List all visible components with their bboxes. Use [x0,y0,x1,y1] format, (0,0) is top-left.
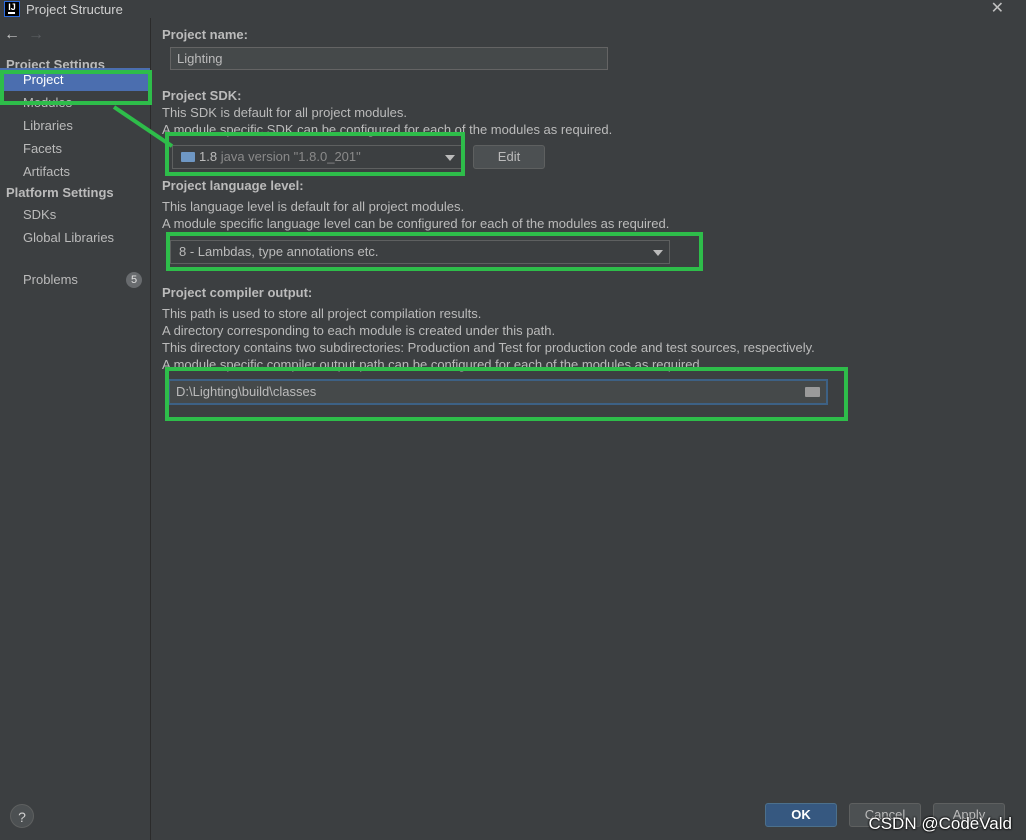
sdk-folder-icon [181,152,195,162]
language-level-desc-2: A module specific language level can be … [162,216,670,231]
compiler-output-desc-3: This directory contains two subdirectori… [162,340,815,355]
window-title: Project Structure [26,1,123,17]
language-level-label: Project language level: [162,178,304,193]
compiler-output-desc-2: A directory corresponding to each module… [162,323,556,338]
project-sdk-desc-1: This SDK is default for all project modu… [162,105,407,120]
sidebar-item-project[interactable]: Project [0,68,150,91]
ok-button[interactable]: OK [765,803,837,827]
compiler-output-path-value: D:\Lighting\build\classes [176,384,317,399]
sidebar: ← → Project Settings Project Modules Lib… [0,18,151,840]
project-name-field[interactable]: Lighting [170,47,608,70]
sdk-detail: java version "1.8.0_201" [220,149,361,164]
help-button[interactable]: ? [10,804,34,828]
platform-settings-title: Platform Settings [6,185,114,200]
nav-arrows: ← → [0,18,150,52]
problems-count-badge: 5 [126,272,142,288]
main-panel: Project name: Lighting Project SDK: This… [152,18,1026,788]
arrow-left-icon[interactable]: ← [4,26,20,44]
sdk-version: 1.8 [199,149,218,164]
problems-label: Problems [23,272,78,287]
compiler-output-desc-4: A module specific compiler output path c… [162,357,704,372]
chevron-down-icon [653,250,663,256]
language-level-desc-1: This language level is default for all p… [162,199,465,214]
app-icon-text: IJ [8,2,16,12]
sidebar-item-problems[interactable]: Problems 5 [0,268,150,291]
project-name-label: Project name: [162,27,248,42]
sidebar-item-facets[interactable]: Facets [0,137,150,160]
sidebar-item-global-libraries[interactable]: Global Libraries [0,226,150,249]
close-icon[interactable]: ✕ [991,0,1004,17]
sidebar-item-modules[interactable]: Modules [0,91,150,114]
sidebar-item-sdks[interactable]: SDKs [0,203,150,226]
edit-sdk-button[interactable]: Edit [473,145,545,169]
watermark: CSDN @CodeVald [868,814,1012,833]
project-sdk-label: Project SDK: [162,88,242,103]
arrow-right-icon[interactable]: → [28,26,44,44]
browse-folder-icon[interactable] [805,387,820,397]
language-level-dropdown[interactable]: 8 - Lambdas, type annotations etc. [170,240,670,264]
compiler-output-label: Project compiler output: [162,285,313,300]
sidebar-item-artifacts[interactable]: Artifacts [0,160,150,183]
compiler-output-path-field[interactable]: D:\Lighting\build\classes [168,379,828,405]
language-level-value: 8 - Lambdas, type annotations etc. [179,244,379,259]
project-sdk-dropdown[interactable]: 1.8 java version "1.8.0_201" [172,145,462,169]
compiler-output-desc-1: This path is used to store all project c… [162,306,482,321]
project-sdk-desc-2: A module specific SDK can be configured … [162,122,613,137]
intellij-logo-icon: IJ [4,1,20,17]
chevron-down-icon [445,155,455,161]
title-bar: IJ Project Structure ✕ [0,0,1026,18]
